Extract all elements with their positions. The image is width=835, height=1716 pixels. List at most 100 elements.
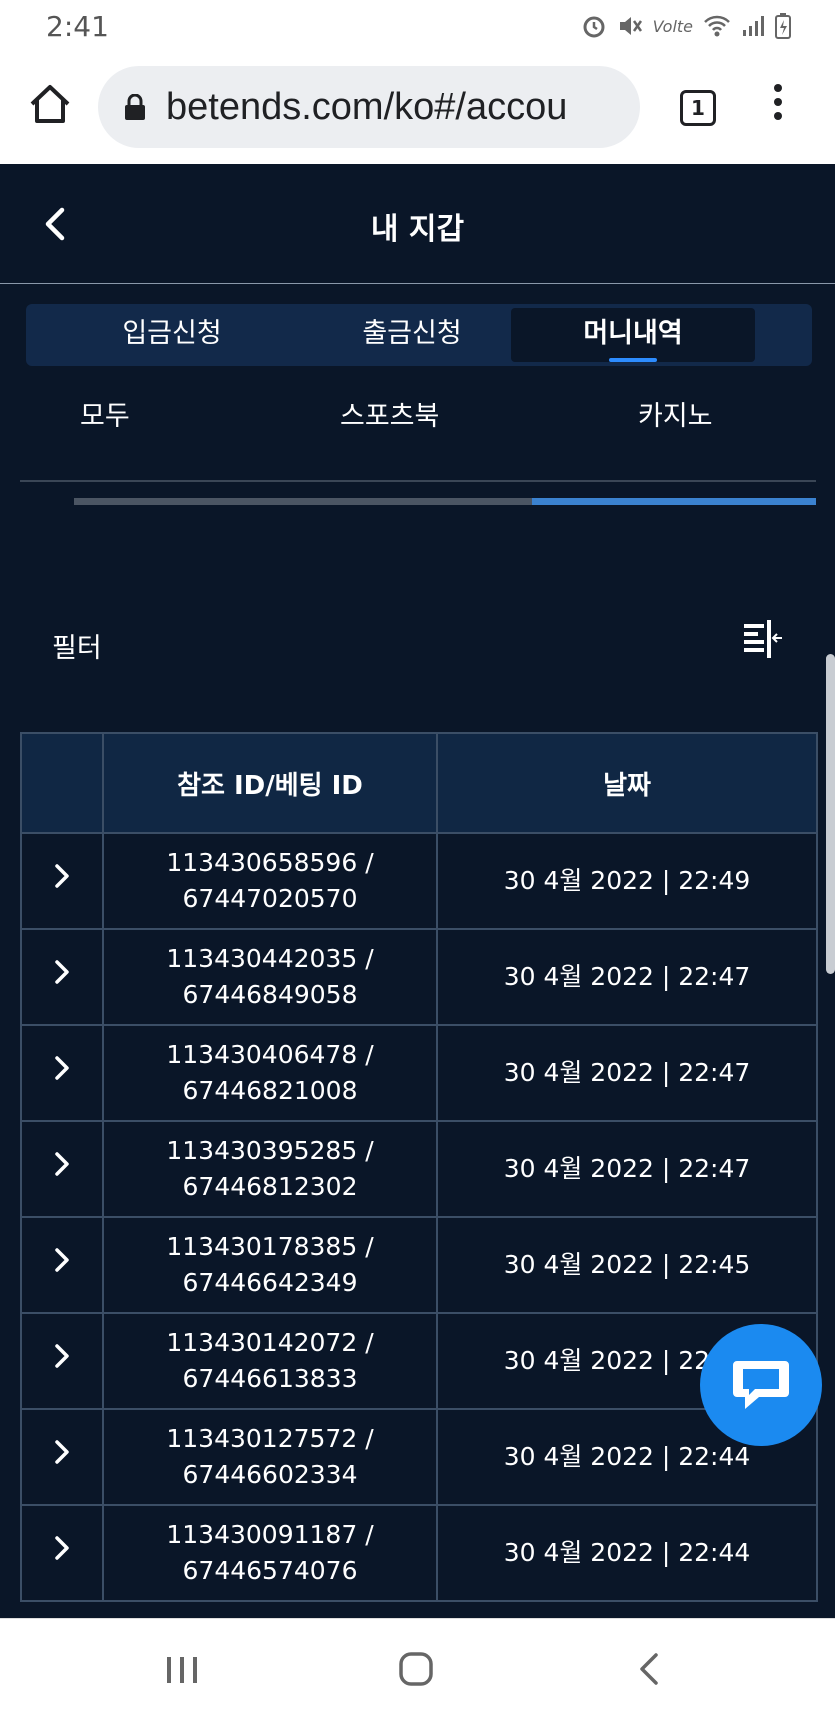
expand-cell[interactable] [20, 1024, 104, 1122]
bet-id: 67446613833 [182, 1364, 358, 1393]
page-scrollbar[interactable] [826, 654, 835, 974]
table-row[interactable]: 113430406478 / 67446821008 30 4월 2022 | 2… [20, 1024, 818, 1122]
ref-id: 113430406478 / [166, 1040, 374, 1069]
recent-apps-icon[interactable] [162, 1649, 202, 1689]
date-cell: 30 4월 2022 | 22:47 [436, 1120, 818, 1218]
filter-icon[interactable] [742, 620, 784, 660]
ref-cell: 113430127572 / 67446602334 [102, 1408, 438, 1506]
header-ref-id: 참조 ID/베팅 ID [102, 732, 438, 834]
menu-icon[interactable] [768, 84, 788, 128]
chat-icon [733, 1361, 789, 1409]
table-row[interactable]: 113430091187 / 67446574076 30 4월 2022 | 2… [20, 1504, 818, 1602]
date-cell: 30 4월 2022 | 22:47 [436, 1024, 818, 1122]
chevron-right-icon[interactable] [53, 1439, 71, 1465]
page-header: 내 지갑 [0, 164, 835, 284]
bet-id: 67446849058 [182, 980, 358, 1009]
filter-label: 필터 [52, 633, 102, 664]
ref-cell: 113430142072 / 67446613833 [102, 1312, 438, 1410]
system-nav-bar [0, 1618, 835, 1716]
browser-toolbar: betends.com/ko#/accou 1 [0, 52, 835, 164]
history-table: 참조 ID/베팅 ID 날짜 113430658596 / 67447020570… [20, 732, 818, 1602]
network-label: Volte [652, 16, 693, 36]
chevron-right-icon[interactable] [53, 1247, 71, 1273]
subtab-sportsbook[interactable]: 스포츠북 [340, 394, 439, 433]
date-cell: 30 4월 2022 | 22:47 [436, 928, 818, 1026]
expand-cell[interactable] [20, 1504, 104, 1602]
header-date: 날짜 [436, 732, 818, 834]
date-cell: 30 4월 2022 | 22:44 [436, 1504, 818, 1602]
signal-icon [743, 16, 764, 36]
url-text: betends.com/ko#/accou [166, 85, 568, 128]
segment-money-history[interactable]: 머니내역 [511, 308, 755, 362]
table-row[interactable]: 113430178385 / 67446642349 30 4월 2022 | 2… [20, 1216, 818, 1314]
bet-id: 67446602334 [182, 1460, 358, 1489]
expand-cell[interactable] [20, 1216, 104, 1314]
ref-cell: 113430406478 / 67446821008 [102, 1024, 438, 1122]
lock-icon [125, 94, 145, 120]
segment-withdraw-request[interactable]: 출금신청 [290, 308, 534, 362]
chevron-right-icon[interactable] [53, 1343, 71, 1369]
ref-id: 113430142072 / [166, 1328, 374, 1357]
status-icons: Volte [581, 13, 791, 39]
ref-cell: 113430178385 / 67446642349 [102, 1216, 438, 1314]
expand-cell[interactable] [20, 832, 104, 930]
bet-id: 67446821008 [182, 1076, 358, 1105]
segment-money-history-label: 머니내역 [583, 318, 683, 349]
ref-cell: 113430395285 / 67446812302 [102, 1120, 438, 1218]
header-expand [20, 732, 104, 834]
subtab-active-indicator [532, 498, 816, 505]
chevron-right-icon[interactable] [53, 863, 71, 889]
wallet-segment-control: 입금신청 출금신청 머니내역 [26, 304, 812, 366]
expand-cell[interactable] [20, 1120, 104, 1218]
ref-id: 113430658596 / [166, 848, 374, 877]
segment-deposit-request[interactable]: 입금신청 [50, 308, 294, 362]
active-segment-indicator [609, 358, 657, 362]
ref-id: 113430395285 / [166, 1136, 374, 1165]
expand-cell[interactable] [20, 1312, 104, 1410]
ref-id: 113430178385 / [166, 1232, 374, 1261]
subtab-track [20, 480, 816, 482]
ref-id: 113430091187 / [166, 1520, 374, 1549]
table-row[interactable]: 113430142072 /67446613833 30 4월 2022 | 2… [20, 1312, 818, 1410]
subtab-casino[interactable]: 카지노 [638, 394, 713, 433]
bet-id: 67446642349 [182, 1268, 358, 1297]
chevron-right-icon[interactable] [53, 1535, 71, 1561]
live-chat-button[interactable] [700, 1324, 822, 1446]
ref-id: 113430127572 / [166, 1424, 374, 1453]
date-cell: 30 4월 2022 | 22:49 [436, 832, 818, 930]
bet-id: 67446574076 [182, 1556, 358, 1585]
status-bar: 2:41 Volte [0, 0, 835, 52]
subtab-all[interactable]: 모두 [80, 394, 130, 433]
table-row[interactable]: 113430442035 / 67446849058 30 4월 2022 | 2… [20, 928, 818, 1026]
history-subtabs: 모두 스포츠북 카지노 [20, 386, 816, 466]
ref-cell: 113430091187 / 67446574076 [102, 1504, 438, 1602]
ref-id: 113430442035 / [166, 944, 374, 973]
home-nav-icon[interactable] [396, 1649, 436, 1689]
date-cell: 30 4월 2022 | 22:45 [436, 1216, 818, 1314]
chevron-right-icon[interactable] [53, 1055, 71, 1081]
expand-cell[interactable] [20, 928, 104, 1026]
table-header-row: 참조 ID/베팅 ID 날짜 [20, 732, 818, 834]
status-time: 2:41 [46, 9, 109, 43]
page-title: 내 지갑 [370, 212, 465, 247]
table-row[interactable]: 113430395285 / 67446812302 30 4월 2022 | 2… [20, 1120, 818, 1218]
app-content: 내 지갑 입금신청 출금신청 머니내역 모두 스포츠북 카지노 필터 참조 ID… [0, 164, 835, 1618]
ref-cell: 113430658596 / 67447020570 [102, 832, 438, 930]
home-icon[interactable] [28, 82, 72, 126]
bet-id: 67446812302 [182, 1172, 358, 1201]
subtab-progress-track [74, 498, 532, 505]
ref-cell: 113430442035 / 67446849058 [102, 928, 438, 1026]
tab-switcher-button[interactable]: 1 [680, 90, 716, 126]
chevron-right-icon[interactable] [53, 959, 71, 985]
battery-icon [775, 13, 791, 39]
table-row[interactable]: 113430127572 /67446602334 30 4월 2022 | 2… [20, 1408, 818, 1506]
chevron-right-icon[interactable] [53, 1151, 71, 1177]
table-row[interactable]: 113430658596 / 67447020570 30 4월 2022 | 2… [20, 832, 818, 930]
back-nav-icon[interactable] [630, 1649, 670, 1689]
wifi-icon [704, 15, 730, 37]
expand-cell[interactable] [20, 1408, 104, 1506]
address-bar[interactable]: betends.com/ko#/accou [98, 66, 640, 148]
alarm-icon [583, 16, 605, 38]
bet-id: 67447020570 [182, 884, 358, 913]
mute-icon [619, 17, 642, 35]
